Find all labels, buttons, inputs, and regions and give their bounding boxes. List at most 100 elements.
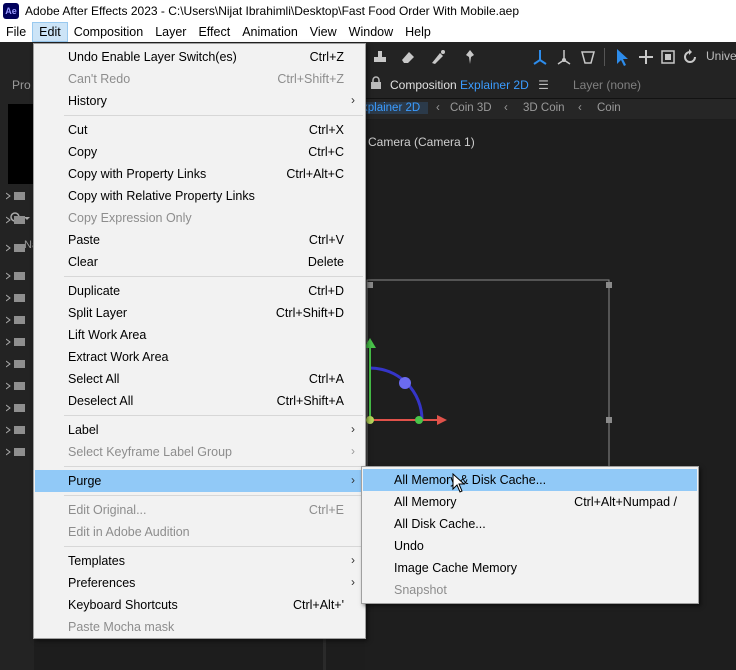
menu-view[interactable]: View bbox=[304, 22, 343, 42]
purge-item-all-memory-disk-cache[interactable]: All Memory & Disk Cache... bbox=[363, 469, 697, 491]
project-item-icon[interactable] bbox=[5, 336, 26, 346]
panel-menu-icon[interactable]: ☰ bbox=[538, 78, 549, 92]
menu-item-clear[interactable]: Clear Delete bbox=[35, 251, 364, 273]
purge-item-snapshot[interactable]: Snapshot bbox=[363, 579, 697, 601]
chevron-right-icon: › bbox=[351, 553, 355, 567]
menu-item-deselect-all[interactable]: Deselect All Ctrl+Shift+A bbox=[35, 390, 364, 412]
menu-item-shortcut: Ctrl+C bbox=[308, 145, 344, 159]
menu-item-label: Select Keyframe Label Group bbox=[68, 445, 232, 459]
menu-item-paste-mocha-mask[interactable]: Paste Mocha mask bbox=[35, 616, 364, 638]
purge-item-all-disk-cache[interactable]: All Disk Cache... bbox=[363, 513, 697, 535]
menu-window[interactable]: Window bbox=[343, 22, 399, 42]
menu-item-history[interactable]: History › bbox=[35, 90, 364, 112]
menu-item-preferences[interactable]: Preferences › bbox=[35, 572, 364, 594]
project-item-icon[interactable] bbox=[5, 214, 26, 224]
menu-item-select-all[interactable]: Select All Ctrl+A bbox=[35, 368, 364, 390]
after-effects-logo-icon: Ae bbox=[3, 3, 19, 19]
menu-item-shortcut: Ctrl+E bbox=[308, 503, 344, 517]
eraser-tool-icon[interactable] bbox=[398, 47, 418, 67]
menu-item-can-t-redo[interactable]: Can't Redo Ctrl+Shift+Z bbox=[35, 68, 364, 90]
menu-item-label: Deselect All bbox=[68, 394, 134, 408]
menu-file[interactable]: File bbox=[0, 22, 32, 42]
zoom-tool-icon[interactable] bbox=[658, 47, 678, 67]
menu-item-templates[interactable]: Templates › bbox=[35, 550, 364, 572]
menu-effect[interactable]: Effect bbox=[192, 22, 236, 42]
project-item-icon[interactable] bbox=[5, 402, 26, 412]
project-item-icon[interactable] bbox=[5, 190, 26, 200]
stamp-tool-icon[interactable] bbox=[370, 47, 390, 67]
chevron-right-icon: › bbox=[351, 575, 355, 589]
local-axis-mode-icon[interactable] bbox=[530, 47, 550, 67]
menu-item-shortcut: Ctrl+V bbox=[308, 233, 344, 247]
tab-layer[interactable]: Layer (none) bbox=[573, 78, 641, 92]
project-panel: Pro Na bbox=[0, 72, 38, 670]
project-item-icon[interactable] bbox=[5, 270, 26, 280]
menu-item-label: Split Layer bbox=[68, 306, 128, 320]
menu-separator bbox=[64, 276, 363, 277]
menu-help[interactable]: Help bbox=[399, 22, 437, 42]
world-axis-mode-icon[interactable] bbox=[554, 47, 574, 67]
hand-tool-icon[interactable] bbox=[636, 47, 656, 67]
menu-item-select-keyframe-label-group[interactable]: Select Keyframe Label Group › bbox=[35, 441, 364, 463]
breadcrumb-item-coin[interactable]: Coin bbox=[597, 102, 621, 114]
menu-separator bbox=[64, 546, 363, 547]
roto-brush-tool-icon[interactable] bbox=[428, 47, 448, 67]
menu-item-label: All Memory & Disk Cache... bbox=[394, 473, 547, 487]
menu-item-label: Can't Redo bbox=[68, 72, 131, 86]
menu-item-edit-original[interactable]: Edit Original... Ctrl+E bbox=[35, 499, 364, 521]
menu-item-shortcut: Ctrl+Shift+A bbox=[276, 394, 344, 408]
menu-item-undo-enable-layer-switch-es[interactable]: Undo Enable Layer Switch(es) Ctrl+Z bbox=[35, 46, 364, 68]
breadcrumb-item-active[interactable]: xplainer 2D bbox=[360, 102, 429, 114]
mouse-cursor-icon bbox=[452, 473, 466, 493]
menu-item-copy[interactable]: Copy Ctrl+C bbox=[35, 141, 364, 163]
project-item-icon[interactable] bbox=[5, 424, 26, 434]
project-item-icon[interactable] bbox=[5, 358, 26, 368]
window-title: Adobe After Effects 2023 - C:\Users\Nija… bbox=[25, 4, 519, 18]
menu-item-copy-expression-only[interactable]: Copy Expression Only bbox=[35, 207, 364, 229]
menu-item-shortcut: Ctrl+X bbox=[308, 123, 344, 137]
tab-composition[interactable]: Composition Explainer 2D ☰ bbox=[390, 78, 549, 92]
purge-item-all-memory[interactable]: All Memory Ctrl+Alt+Numpad / bbox=[363, 491, 697, 513]
menu-item-label[interactable]: Label › bbox=[35, 419, 364, 441]
menu-layer[interactable]: Layer bbox=[149, 22, 192, 42]
breadcrumb-item-3d-coin[interactable]: 3D Coin bbox=[523, 102, 565, 114]
project-item-icon[interactable] bbox=[5, 380, 26, 390]
project-item-icon[interactable] bbox=[5, 446, 26, 456]
menu-item-edit-in-adobe-audition[interactable]: Edit in Adobe Audition bbox=[35, 521, 364, 543]
selection-tool-icon[interactable] bbox=[612, 47, 632, 67]
menu-item-paste[interactable]: Paste Ctrl+V bbox=[35, 229, 364, 251]
lock-icon[interactable] bbox=[370, 76, 382, 90]
menu-animation[interactable]: Animation bbox=[236, 22, 304, 42]
purge-item-undo[interactable]: Undo bbox=[363, 535, 697, 557]
puppet-pin-tool-icon[interactable] bbox=[460, 47, 480, 67]
menu-item-shortcut: Ctrl+Z bbox=[309, 50, 344, 64]
composition-tab-name: Explainer 2D bbox=[460, 78, 529, 92]
menu-item-copy-with-property-links[interactable]: Copy with Property Links Ctrl+Alt+C bbox=[35, 163, 364, 185]
menu-item-shortcut: Ctrl+D bbox=[308, 284, 344, 298]
project-tab[interactable]: Pro bbox=[12, 78, 31, 92]
menu-bar: File Edit Composition Layer Effect Animation V… bbox=[0, 22, 736, 42]
menu-item-label: Copy Expression Only bbox=[68, 211, 192, 225]
menu-item-split-layer[interactable]: Split Layer Ctrl+Shift+D bbox=[35, 302, 364, 324]
menu-item-shortcut: Ctrl+Alt+Numpad / bbox=[574, 495, 677, 509]
chevron-right-icon: › bbox=[351, 473, 355, 487]
menu-composition[interactable]: Composition bbox=[68, 22, 149, 42]
project-item-icon[interactable] bbox=[5, 292, 26, 302]
breadcrumb-item-coin-3d[interactable]: Coin 3D bbox=[450, 102, 492, 114]
menu-item-label: Duplicate bbox=[68, 284, 121, 298]
menu-edit[interactable]: Edit bbox=[32, 22, 68, 42]
purge-item-image-cache-memory[interactable]: Image Cache Memory bbox=[363, 557, 697, 579]
view-axis-mode-icon[interactable] bbox=[578, 47, 598, 67]
menu-item-cut[interactable]: Cut Ctrl+X bbox=[35, 119, 364, 141]
project-item-icon[interactable] bbox=[5, 242, 26, 252]
menu-item-lift-work-area[interactable]: Lift Work Area bbox=[35, 324, 364, 346]
menu-item-purge[interactable]: Purge › bbox=[35, 470, 364, 492]
menu-separator bbox=[64, 415, 363, 416]
menu-item-duplicate[interactable]: Duplicate Ctrl+D bbox=[35, 280, 364, 302]
menu-item-keyboard-shortcuts[interactable]: Keyboard Shortcuts Ctrl+Alt+' bbox=[35, 594, 364, 616]
menu-item-extract-work-area[interactable]: Extract Work Area bbox=[35, 346, 364, 368]
rotation-tool-icon[interactable] bbox=[680, 47, 700, 67]
menu-item-label: All Memory bbox=[394, 495, 457, 509]
menu-item-copy-with-relative-property-links[interactable]: Copy with Relative Property Links bbox=[35, 185, 364, 207]
project-item-icon[interactable] bbox=[5, 314, 26, 324]
